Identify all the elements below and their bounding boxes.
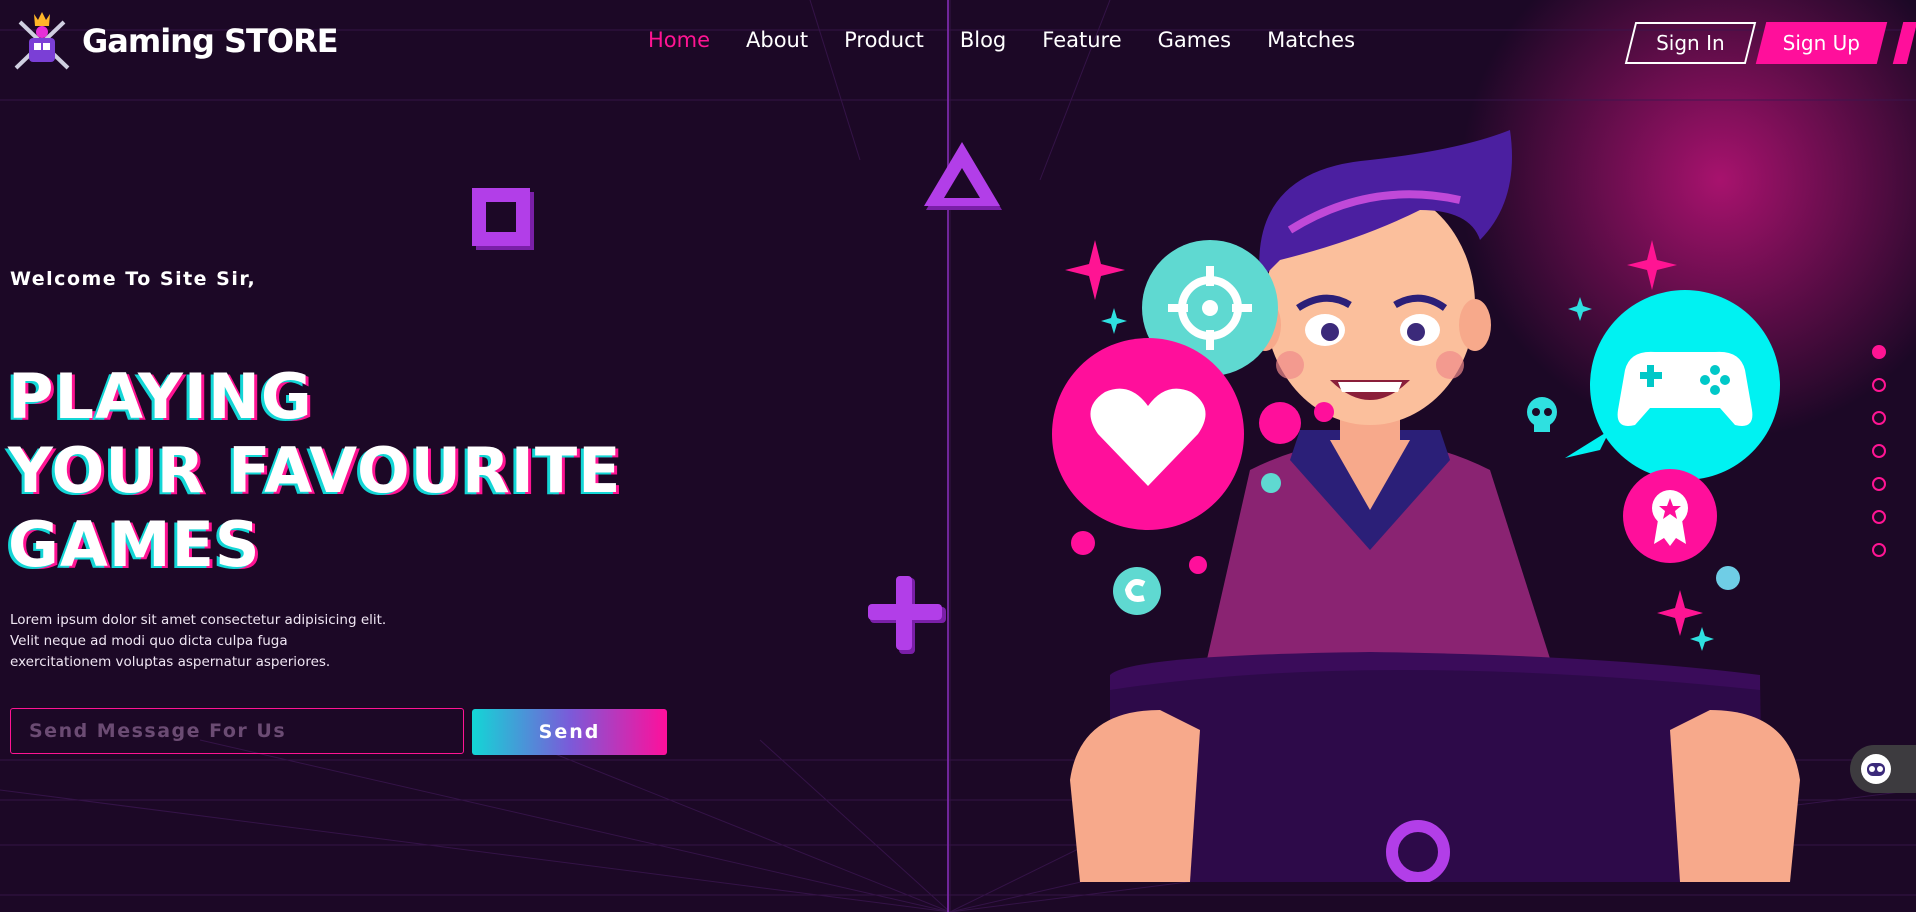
brand-name: Gaming STORE [82,22,339,60]
brand-logo[interactable]: Gaming STORE [12,10,339,72]
slider-dot-7[interactable] [1872,543,1886,557]
slider-dot-5[interactable] [1872,477,1886,491]
chat-bot-icon [1861,754,1891,784]
slider-dot-4[interactable] [1872,444,1886,458]
crossed-swords-crown-logo-icon [14,12,70,70]
headline-line-3: GAMES [8,508,261,581]
main-nav: Home About Product Blog Feature Games Ma… [630,28,1373,52]
slider-dot-6[interactable] [1872,510,1886,524]
nav-product[interactable]: Product [826,28,942,52]
nav-games[interactable]: Games [1140,28,1249,52]
square-shape-icon [472,188,534,250]
message-input[interactable] [10,708,464,754]
nav-feature[interactable]: Feature [1024,28,1139,52]
chat-widget-button[interactable] [1850,745,1916,793]
hero-description: Lorem ipsum dolor sit amet consectetur a… [10,612,387,670]
sign-in-button[interactable]: Sign In [1630,22,1751,64]
triangle-shape-icon [924,142,1002,210]
decorative-sparkles [1065,240,1740,651]
nav-matches[interactable]: Matches [1249,28,1373,52]
auth-buttons: Sign In Sign Up [1630,22,1916,64]
slider-dot-1[interactable] [1872,345,1886,359]
welcome-text: Welcome To Site Sir, [10,268,257,290]
hero-headline: PLAYING YOUR FAVOURITE GAMES [8,360,621,582]
headline-line-2: YOUR FAVOURITE [8,434,622,507]
plus-shape-icon [868,576,946,654]
nav-home[interactable]: Home [630,28,728,52]
slider-dot-2[interactable] [1872,378,1886,392]
slider-dot-3[interactable] [1872,411,1886,425]
send-button[interactable]: Send [472,709,667,755]
headline-line-1: PLAYING [8,360,313,433]
sign-up-label: Sign Up [1782,31,1860,55]
nav-blog[interactable]: Blog [942,28,1024,52]
sign-up-button[interactable]: Sign Up [1761,22,1916,64]
slider-dots [1872,345,1886,557]
nav-about[interactable]: About [728,28,826,52]
